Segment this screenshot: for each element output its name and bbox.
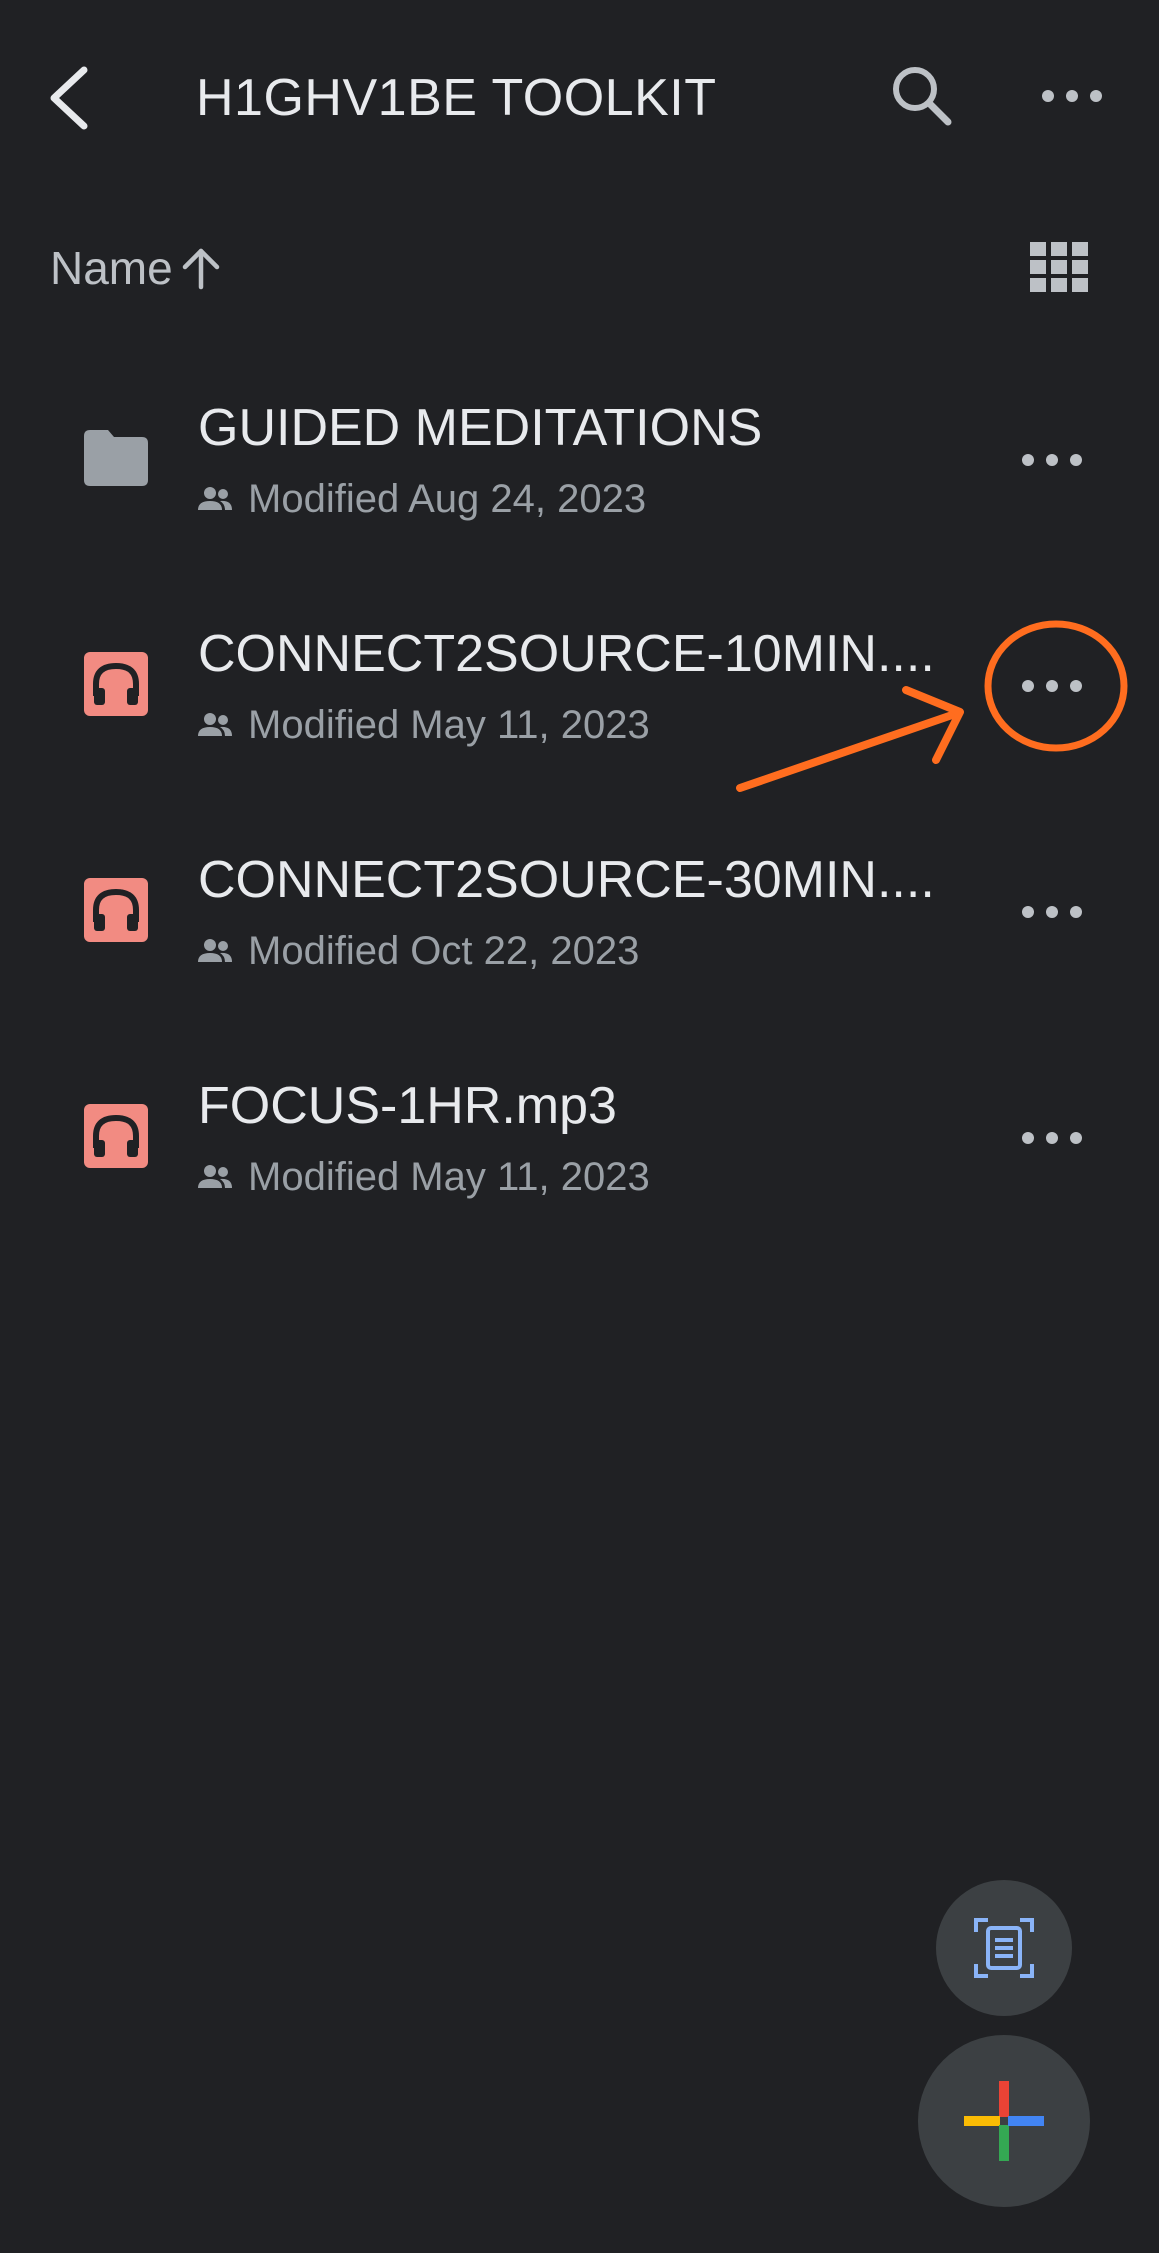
headphones-icon bbox=[84, 652, 148, 716]
modified-date: Modified Oct 22, 2023 bbox=[248, 928, 640, 973]
shared-people-icon bbox=[198, 1165, 232, 1188]
back-button[interactable] bbox=[40, 60, 100, 136]
sort-label: Name bbox=[50, 242, 173, 294]
more-horizontal-icon bbox=[1042, 90, 1102, 102]
row-more-icon[interactable] bbox=[1020, 656, 1084, 716]
file-row-folder[interactable]: GUIDED MEDITATIONS Modified Aug 24, 2023 bbox=[0, 346, 1159, 572]
document-scan-icon bbox=[974, 1918, 1034, 1978]
page-title: H1GHV1BE TOOLKIT bbox=[196, 69, 717, 127]
shared-people-icon bbox=[198, 487, 232, 510]
shared-people-icon bbox=[198, 713, 232, 736]
file-name: CONNECT2SOURCE-30MIN.... bbox=[198, 851, 935, 909]
file-row-audio[interactable]: CONNECT2SOURCE-30MIN.... Modified Oct 22… bbox=[0, 798, 1159, 1024]
headphones-icon bbox=[84, 1104, 148, 1168]
new-item-button[interactable] bbox=[918, 2035, 1090, 2207]
shared-people-icon bbox=[198, 939, 232, 962]
arrow-up-icon bbox=[182, 248, 219, 290]
file-name: GUIDED MEDITATIONS bbox=[198, 399, 763, 457]
file-name: FOCUS-1HR.mp3 bbox=[198, 1077, 617, 1135]
more-options-button[interactable] bbox=[1040, 72, 1104, 120]
search-button[interactable] bbox=[888, 62, 956, 130]
scan-document-button[interactable] bbox=[936, 1880, 1072, 2016]
modified-date: Modified Aug 24, 2023 bbox=[248, 476, 647, 521]
grid-view-icon bbox=[1030, 242, 1088, 292]
modified-date: Modified May 11, 2023 bbox=[248, 1154, 650, 1199]
grid-view-toggle[interactable] bbox=[1030, 242, 1088, 292]
search-icon bbox=[893, 67, 952, 126]
headphones-icon bbox=[84, 878, 148, 942]
folder-icon bbox=[84, 430, 148, 486]
row-more-icon[interactable] bbox=[1020, 1108, 1084, 1168]
modified-date: Modified May 11, 2023 bbox=[248, 702, 650, 747]
file-name: CONNECT2SOURCE-10MIN.... bbox=[198, 625, 935, 683]
row-more-icon[interactable] bbox=[1020, 882, 1084, 942]
file-meta: Modified May 11, 2023 bbox=[198, 1152, 650, 1202]
file-meta: Modified Oct 22, 2023 bbox=[198, 926, 639, 976]
plus-multicolor-icon bbox=[964, 2081, 1044, 2161]
chevron-left-icon bbox=[50, 66, 88, 130]
file-meta: Modified May 11, 2023 bbox=[198, 700, 650, 750]
row-more-icon[interactable] bbox=[1020, 430, 1084, 490]
file-row-audio[interactable]: FOCUS-1HR.mp3 Modified May 11, 2023 bbox=[0, 1024, 1159, 1250]
sort-by-name-button[interactable]: Name bbox=[50, 238, 223, 298]
file-meta: Modified Aug 24, 2023 bbox=[198, 474, 646, 524]
file-row-audio[interactable]: CONNECT2SOURCE-10MIN.... Modified May 11… bbox=[0, 572, 1159, 798]
